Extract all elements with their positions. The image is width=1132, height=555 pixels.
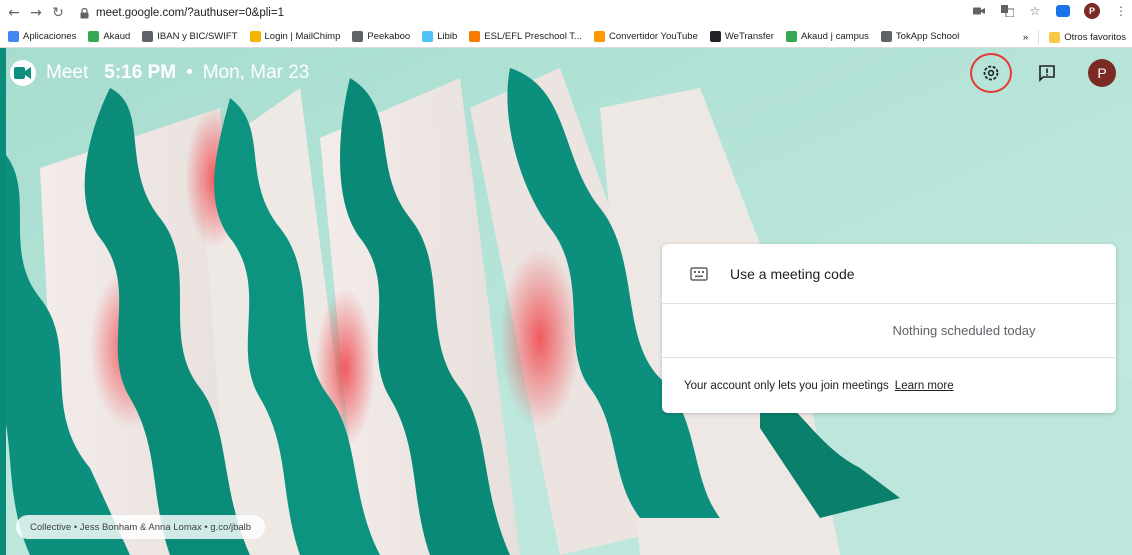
extension-icon[interactable] xyxy=(1056,5,1070,17)
header-actions: P xyxy=(970,53,1116,93)
bookmark-favicon-icon xyxy=(142,31,154,42)
translate-icon[interactable] xyxy=(1000,4,1014,18)
bookmark-item[interactable]: Convertidor YouTube xyxy=(593,31,698,42)
bookmark-label: WeTransfer xyxy=(724,31,774,42)
bookmark-item[interactable]: IBAN y BIC/SWIFT xyxy=(142,31,238,42)
menu-icon[interactable]: ⋮ xyxy=(1114,4,1128,18)
keyboard-icon xyxy=(690,266,708,281)
bookmark-favicon-icon xyxy=(249,31,261,42)
browser-toolbar: ← → ↻ meet.google.com/?authuser=0&pli=1 … xyxy=(0,0,1132,26)
meet-header: Meet 5:16 PM • Mon, Mar 23 xyxy=(10,60,309,86)
bookmark-favicon-icon xyxy=(880,31,892,42)
camera-indicator-icon[interactable] xyxy=(972,4,986,18)
current-date: Mon, Mar 23 xyxy=(202,62,310,83)
forward-icon[interactable]: → xyxy=(26,3,46,23)
bookmark-label: ESL/EFL Preschool T... xyxy=(484,31,582,42)
bookmark-item[interactable]: Libib xyxy=(422,31,457,42)
settings-button[interactable] xyxy=(970,53,1012,93)
address-bar[interactable]: meet.google.com/?authuser=0&pli=1 xyxy=(78,3,284,23)
bookmark-item[interactable]: Aplicaciones xyxy=(8,31,76,42)
meet-logo-icon xyxy=(10,60,36,86)
lock-icon xyxy=(78,7,90,19)
bookmark-label: Aplicaciones xyxy=(23,31,77,42)
bookmarks-right: » Otros favoritos xyxy=(1023,26,1126,48)
meet-landing: Meet 5:16 PM • Mon, Mar 23 P Use a meeti… xyxy=(0,48,1132,555)
bookmark-item[interactable]: ESL/EFL Preschool T... xyxy=(469,31,582,42)
schedule-status: Nothing scheduled today xyxy=(662,304,1116,358)
browser-profile-avatar[interactable]: P xyxy=(1084,3,1100,19)
bookmark-label: Libib xyxy=(437,31,458,42)
reload-icon[interactable]: ↻ xyxy=(48,3,68,23)
feedback-button[interactable] xyxy=(1032,58,1062,88)
learn-more-link[interactable]: Learn more xyxy=(895,380,954,392)
bookmark-label: IBAN y BIC/SWIFT xyxy=(157,31,238,42)
app-name: Meet xyxy=(46,62,89,83)
bookmark-label: TokApp School xyxy=(895,31,960,42)
bookmark-item[interactable]: Login | MailChimp xyxy=(249,31,341,42)
current-time: 5:16 PM xyxy=(104,62,177,83)
folder-icon xyxy=(1049,31,1061,43)
bookmark-label: Convertidor YouTube xyxy=(608,31,698,42)
time-date-separator: • xyxy=(186,62,193,83)
account-notice-text: Your account only lets you join meetings xyxy=(684,379,889,392)
more-bookmarks-button[interactable]: » xyxy=(1023,32,1028,43)
other-favorites-label: Otros favoritos xyxy=(1064,31,1126,43)
bookmark-label: Akaud | campus xyxy=(800,31,869,42)
star-icon[interactable]: ☆ xyxy=(1028,4,1042,18)
bookmark-label: Akaud xyxy=(103,31,131,42)
account-avatar[interactable]: P xyxy=(1088,59,1116,87)
bookmark-favicon-icon xyxy=(709,31,721,42)
bookmark-item[interactable]: TokApp School xyxy=(880,31,960,42)
annotation-circle xyxy=(970,53,1012,93)
browser-tools: ☆ P ⋮ xyxy=(972,3,1128,19)
bookmark-favicon-icon xyxy=(8,31,19,42)
bookmark-item[interactable]: WeTransfer xyxy=(709,31,774,42)
bookmark-favicon-icon xyxy=(422,31,434,42)
bookmark-item[interactable]: Akaud xyxy=(88,31,130,42)
back-icon[interactable]: ← xyxy=(4,3,24,23)
bookmark-item[interactable]: Peekaboo xyxy=(352,31,410,42)
bookmark-favicon-icon xyxy=(785,31,797,42)
image-credit[interactable]: Collective • Jess Bonham & Anna Lomax • … xyxy=(16,515,266,539)
divider xyxy=(1038,30,1040,44)
use-meeting-code-row[interactable]: Use a meeting code xyxy=(662,244,1116,304)
bookmark-item[interactable]: Akaud | campus xyxy=(785,31,869,42)
bookmark-favicon-icon xyxy=(88,31,100,42)
feedback-icon xyxy=(1039,65,1055,82)
bookmark-label: Login | MailChimp xyxy=(264,31,341,42)
url-text: meet.google.com/?authuser=0&pli=1 xyxy=(96,7,284,19)
nav-buttons: ← → ↻ xyxy=(0,3,68,23)
account-notice-row: Your account only lets you join meetings… xyxy=(662,358,1116,413)
other-favorites[interactable]: Otros favoritos xyxy=(1049,31,1126,43)
meeting-card: Use a meeting code Nothing scheduled tod… xyxy=(662,244,1116,413)
bookmark-favicon-icon xyxy=(469,31,481,42)
bookmark-favicon-icon xyxy=(352,31,364,42)
use-meeting-code-label: Use a meeting code xyxy=(730,265,855,282)
bookmark-favicon-icon xyxy=(593,31,605,42)
bookmarks-bar: Aplicaciones Akaud IBAN y BIC/SWIFT Login |… xyxy=(0,26,1132,48)
bookmark-label: Peekaboo xyxy=(367,31,411,42)
